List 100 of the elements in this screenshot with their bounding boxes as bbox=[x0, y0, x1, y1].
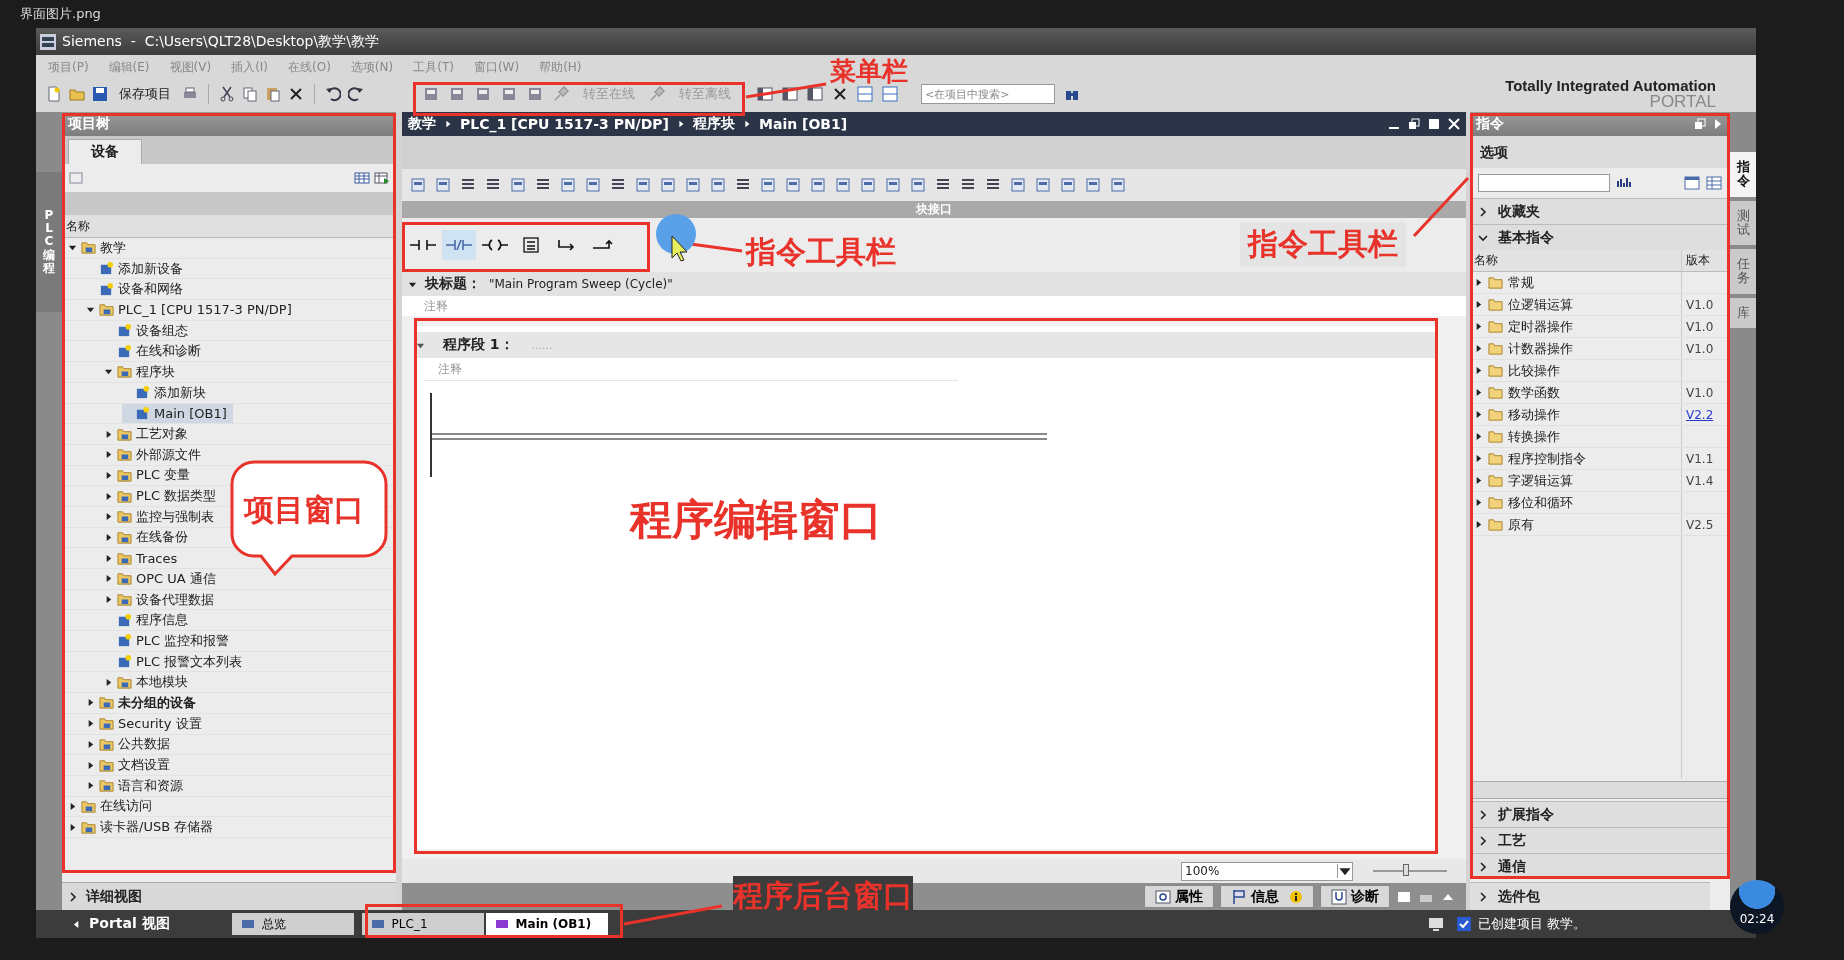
tree-item[interactable]: PLC 报警文本列表 bbox=[104, 652, 249, 672]
table-icon[interactable] bbox=[1706, 175, 1722, 191]
instruction-row[interactable]: 位逻辑运算 V1.0 bbox=[1470, 294, 1730, 316]
triangle-icon[interactable] bbox=[104, 491, 113, 501]
maximize-icon[interactable] bbox=[1428, 118, 1440, 130]
detail-view-bar[interactable]: 详细视图 bbox=[62, 882, 396, 910]
save-project-button[interactable]: 保存项目 bbox=[115, 85, 175, 103]
breadcrumb-item[interactable]: 程序块 bbox=[693, 115, 735, 133]
tree-item[interactable]: Main [OB1] bbox=[122, 403, 233, 423]
tree-item[interactable]: 在线访问 bbox=[68, 796, 158, 816]
panel-icon[interactable] bbox=[710, 177, 726, 193]
breadcrumb-item[interactable]: Main [OB1] bbox=[759, 116, 848, 132]
table-icon[interactable] bbox=[354, 170, 370, 186]
panel-icon[interactable] bbox=[510, 177, 526, 193]
editor-tab[interactable]: Main (OB1) bbox=[485, 913, 608, 935]
tree-item[interactable]: OPC UA 通信 bbox=[104, 569, 222, 589]
triangle-icon[interactable] bbox=[104, 677, 113, 687]
tree-item[interactable]: Security 设置 bbox=[86, 714, 208, 734]
panel-icon[interactable] bbox=[560, 177, 576, 193]
tree-item[interactable]: Traces bbox=[104, 548, 184, 568]
rung-line[interactable] bbox=[432, 433, 1047, 440]
tree-item[interactable]: 程序信息 bbox=[104, 610, 194, 630]
tree-item[interactable]: 添加新设备 bbox=[86, 259, 189, 279]
triangle-icon[interactable] bbox=[104, 595, 113, 605]
triangle-icon[interactable] bbox=[1474, 322, 1483, 331]
panel-icon[interactable] bbox=[1085, 177, 1101, 193]
instruction-row[interactable]: 转换操作 bbox=[1470, 426, 1730, 448]
paste-icon[interactable] bbox=[265, 86, 281, 102]
tree-item[interactable]: PLC_1 [CPU 1517-3 PN/DP] bbox=[86, 300, 298, 320]
panel-icon[interactable] bbox=[410, 177, 426, 193]
delete-icon[interactable] bbox=[288, 86, 304, 102]
triangle-icon[interactable] bbox=[104, 532, 113, 542]
save-icon[interactable] bbox=[92, 86, 108, 102]
properties-tab[interactable]: 属性 bbox=[1144, 885, 1214, 908]
tree-item[interactable]: 读卡器/USB 存储器 bbox=[68, 817, 220, 837]
instruction-row[interactable]: 计数器操作 V1.0 bbox=[1470, 338, 1730, 360]
portal-view-button[interactable]: Portal 视图 bbox=[66, 914, 176, 934]
tree-item[interactable]: 在线备份 bbox=[104, 527, 194, 547]
panel-icon[interactable] bbox=[1060, 177, 1076, 193]
triangle-icon[interactable] bbox=[104, 574, 113, 584]
breadcrumb-item[interactable]: PLC_1 [CPU 1517-3 PN/DP] bbox=[460, 116, 669, 132]
diagnostics-tab[interactable]: 诊断 bbox=[1320, 885, 1390, 908]
section-header[interactable]: 扩展指令 bbox=[1470, 801, 1730, 827]
tree-item[interactable]: 公共数据 bbox=[86, 734, 176, 754]
section-header[interactable]: 收藏夹 bbox=[1470, 198, 1730, 224]
triangle-icon[interactable] bbox=[1474, 432, 1483, 441]
instruction-row[interactable]: 字逻辑运算 V1.4 bbox=[1470, 470, 1730, 492]
side-tab[interactable]: 任务 bbox=[1730, 249, 1756, 294]
block-title[interactable]: "Main Program Sweep (Cycle)" bbox=[489, 277, 673, 291]
triangle-icon[interactable] bbox=[1474, 498, 1483, 507]
tree-item[interactable]: PLC 监控和报警 bbox=[104, 631, 236, 651]
instruction-row[interactable]: 移动操作 V2.2 bbox=[1470, 404, 1730, 426]
table-icon[interactable] bbox=[374, 170, 390, 186]
zoom-dropdown[interactable]: 100% bbox=[1181, 861, 1353, 881]
section-header[interactable]: 工艺 bbox=[1470, 827, 1730, 853]
editor-tab[interactable]: PLC_1 bbox=[361, 913, 484, 935]
device-icon[interactable] bbox=[449, 86, 465, 102]
panel-icon[interactable] bbox=[585, 177, 601, 193]
redo-icon[interactable] bbox=[348, 86, 364, 102]
window-icon[interactable] bbox=[1684, 175, 1700, 191]
panel-icon[interactable] bbox=[435, 177, 451, 193]
tree-item[interactable]: 监控与强制表 bbox=[104, 507, 220, 527]
tree-item[interactable]: 教学 bbox=[68, 238, 132, 258]
section-header[interactable]: 选件包 bbox=[1470, 882, 1710, 910]
tree-item[interactable]: 外部源文件 bbox=[104, 445, 207, 465]
devices-tab[interactable]: 设备 bbox=[68, 139, 142, 164]
horizontal-scrollbar[interactable] bbox=[1470, 781, 1730, 799]
triangle-icon[interactable] bbox=[1474, 366, 1483, 375]
panel-icon[interactable] bbox=[660, 177, 676, 193]
triangle-icon[interactable] bbox=[86, 739, 95, 749]
copy-icon[interactable] bbox=[242, 86, 258, 102]
panel-icon[interactable] bbox=[1035, 177, 1051, 193]
triangle-icon[interactable] bbox=[1474, 344, 1483, 353]
undo-icon[interactable] bbox=[325, 86, 341, 102]
tree-item[interactable]: 程序块 bbox=[104, 362, 181, 382]
section-header[interactable]: 基本指令 bbox=[1470, 224, 1730, 250]
triangle-icon[interactable] bbox=[104, 553, 113, 563]
panel-icon[interactable] bbox=[785, 177, 801, 193]
tree-item[interactable]: 未分组的设备 bbox=[86, 693, 202, 713]
triangle-icon[interactable] bbox=[104, 450, 113, 460]
close-icon[interactable] bbox=[1448, 118, 1460, 130]
triangle-icon[interactable] bbox=[86, 698, 95, 708]
triangle-icon[interactable] bbox=[68, 822, 77, 832]
tree-item[interactable]: 本地模块 bbox=[104, 672, 194, 692]
version-link[interactable]: V2.2 bbox=[1686, 407, 1714, 422]
side-tab[interactable]: 测试 bbox=[1730, 200, 1756, 246]
triangle-icon[interactable] bbox=[68, 801, 77, 811]
section-header[interactable]: 通信 bbox=[1470, 853, 1730, 879]
side-tab[interactable]: 库 bbox=[1730, 297, 1756, 329]
panel-icon[interactable] bbox=[760, 177, 776, 193]
page-icon[interactable] bbox=[46, 86, 62, 102]
instruction-row[interactable]: 比较操作 bbox=[1470, 360, 1730, 382]
side-tab[interactable]: PLC 编程 bbox=[36, 172, 62, 312]
instruction-row[interactable]: 常规 bbox=[1470, 272, 1730, 294]
triangle-icon[interactable] bbox=[1474, 454, 1483, 463]
panel-icon[interactable] bbox=[910, 177, 926, 193]
panel-icon[interactable] bbox=[835, 177, 851, 193]
tree-item[interactable]: 在线和诊断 bbox=[104, 341, 207, 361]
instruction-row[interactable]: 移位和循环 bbox=[1470, 492, 1730, 514]
tree-item[interactable]: 语言和资源 bbox=[86, 776, 189, 796]
